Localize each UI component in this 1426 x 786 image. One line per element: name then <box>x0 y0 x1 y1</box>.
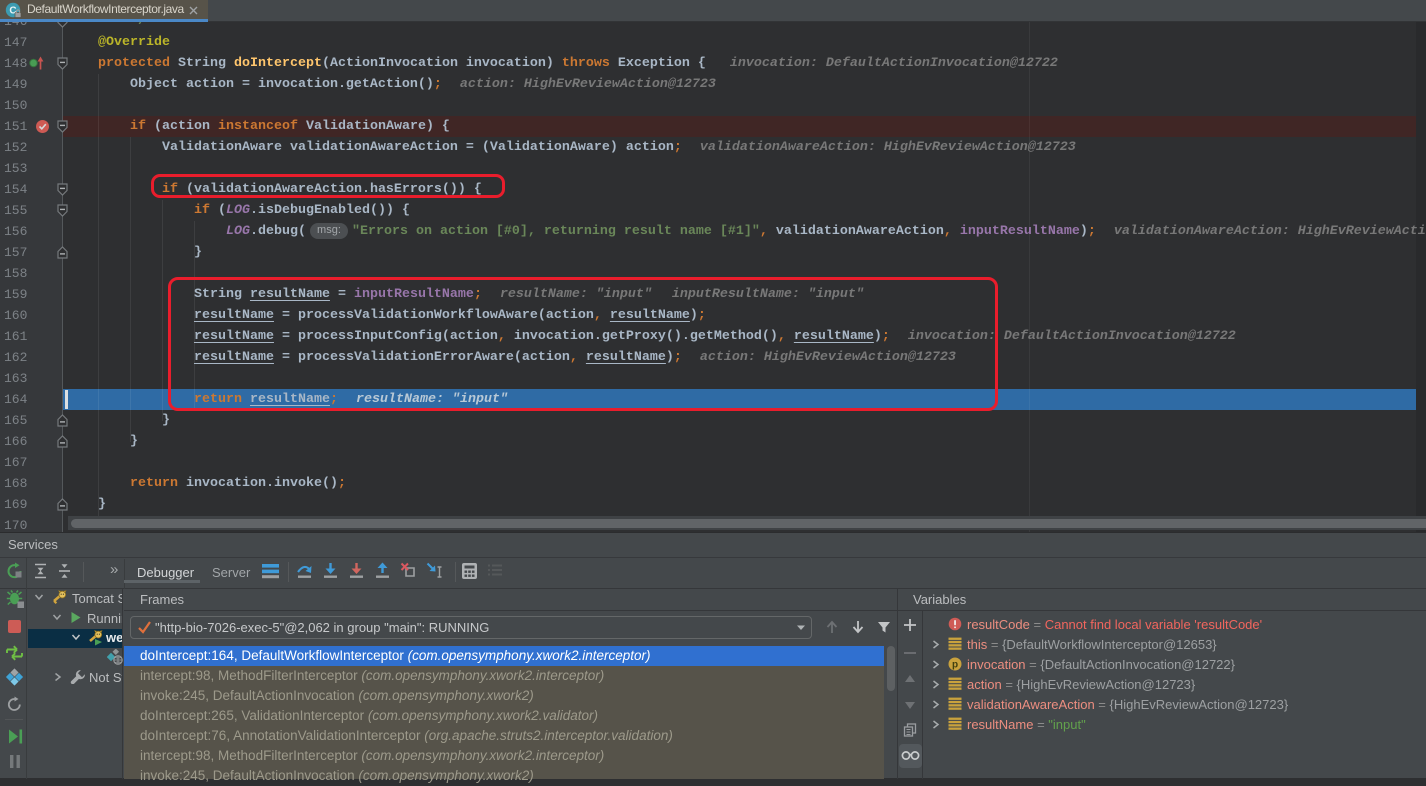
svg-text:p: p <box>952 660 958 671</box>
